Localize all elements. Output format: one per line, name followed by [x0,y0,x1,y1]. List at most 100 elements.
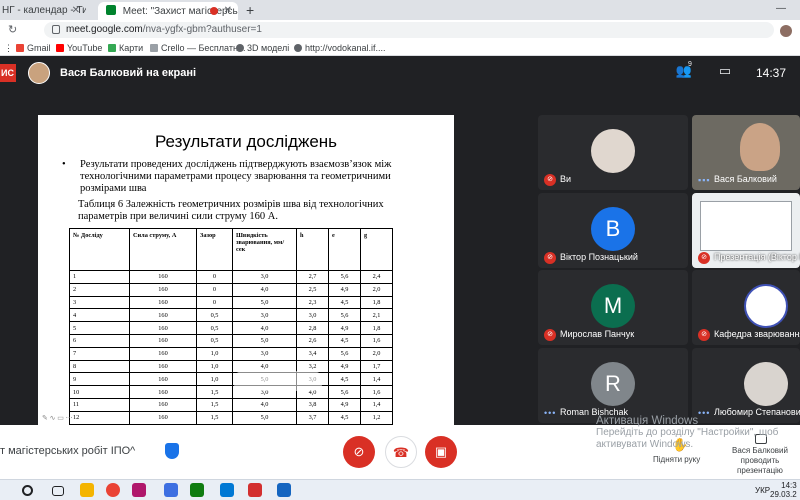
chat-button[interactable]: ▭ [714,63,736,83]
speaking-icon: ▪▪▪ [698,175,711,185]
profile-avatar[interactable] [780,25,792,37]
presentation-thumbnail [700,201,792,251]
pdf-icon[interactable] [248,483,262,497]
browser-tab-strip: НГ - календар - Тижден ✕ Meet: "Захист м… [0,0,800,20]
table-cell: 160 [129,346,197,361]
leave-call-button[interactable]: ☎ [385,436,417,468]
table-cell: 4,9 [328,397,361,412]
app-icon[interactable] [190,483,204,497]
table-cell: 5,0 [232,333,297,348]
participant-tile[interactable]: ••• Любомир Степанович [692,348,800,423]
table-cell: 160 [129,295,197,310]
table-cell: 11 [69,397,130,412]
table-row: 4 160 0,5 3,0 3,0 5,6 2,1 [69,308,393,323]
reload-icon[interactable]: ↻ [8,23,17,36]
participant-tile[interactable]: ⊘ Ви [538,115,688,190]
tab-meet[interactable]: Meet: "Захист магістерські ✕ [98,2,238,20]
table-cell: 0 [196,282,233,297]
participant-tile[interactable]: R ••• Roman Bishchak [538,348,688,423]
globe-icon [236,44,244,52]
app-icon[interactable] [164,483,178,497]
table-header-cell: e [328,228,361,271]
avatar: R [591,362,635,406]
people-button[interactable]: 👥 9 [673,61,695,83]
speaking-icon: ••• [544,408,557,418]
table-cell: 1,2 [360,410,393,425]
avatar [740,123,780,171]
minimize-icon[interactable]: — [776,3,786,14]
search-icon[interactable] [22,485,33,496]
table-cell: 160 [129,397,197,412]
participant-name: Мирослав Панчук [560,329,635,339]
table-cell: 4,0 [232,397,297,412]
bookmark-vodokanal[interactable]: http://vodokanal.if.... [294,43,386,53]
table-cell: 160 [129,321,197,335]
table-cell: 2,5 [296,282,329,297]
camera-button[interactable]: ▣ [425,436,457,468]
table-header-cell: Зазор [196,228,233,271]
chevron-up-icon[interactable]: ^ [130,445,135,457]
app-icon[interactable] [132,483,146,497]
bookmark-3d[interactable]: 3D моделі [236,43,289,53]
table-row: 8 160 1,0 4,0 3,2 4,9 1,7 [69,359,393,374]
presenter-title: Вася Балковий на екрані [60,67,197,79]
table-cell: 9 [69,372,130,387]
table-cell: 3,0 [232,308,297,323]
meeting-title: т магістерських робіт ІПО [0,445,131,457]
bookmark-label: http://vodokanal.if.... [305,43,386,53]
table-cell: 4,0 [232,321,297,335]
results-table: № Досліду Сила струму, А Зазор Швидкість… [69,228,393,425]
table-cell: 5 [69,321,130,335]
table-cell: 2,7 [296,270,329,284]
slide-toolbar[interactable]: ✎ ∿ ▭ ⋯ [42,414,73,422]
participant-tile[interactable]: ⊘ Презентація (Віктор Познацький) [692,193,800,268]
participant-tile[interactable]: В ⊘ Віктор Познацький [538,193,688,268]
bookmark-label: YouTube [67,43,103,53]
maps-icon [108,44,116,52]
table-cell: 4,9 [328,359,361,374]
windows-activation-watermark: Активація Windows Перейдіть до розділу "… [596,415,796,451]
presentation-controls[interactable] [233,371,323,391]
table-row: 10 160 1,5 3,0 4,0 5,6 1,6 [69,385,393,399]
new-tab-button[interactable]: + [246,2,254,18]
bookmark-maps[interactable]: Карти [108,43,143,53]
url-input[interactable]: meet.google.com/nva-ygfx-gbm?authuser=1 [44,22,774,38]
table-cell: 160 [129,359,197,374]
shield-icon[interactable] [165,443,179,459]
table-cell: 160 [129,385,197,399]
explorer-icon[interactable] [80,483,94,497]
table-cell: 3 [69,295,130,310]
table-cell: 5,6 [328,308,361,323]
table-row: 2 160 0 4,0 2,5 4,9 2,0 [69,282,393,297]
meeting-clock: 14:37 [756,66,787,80]
participant-tile[interactable]: ▪▪▪ Вася Балковий [692,115,800,190]
task-view-icon[interactable] [52,486,64,496]
phone-hangup-icon: ☎ [392,445,410,460]
participant-name: Презентація (Віктор Познацький) [714,252,800,262]
table-cell: 160 [129,410,197,425]
mic-button[interactable]: ⊘ [343,436,375,468]
bookmark-gmail[interactable]: Gmail [16,43,51,53]
avatar: В [591,207,635,251]
taskbar-clock[interactable]: 14:3 29.03.2 [770,481,797,499]
bookmark-crello[interactable]: Crello — Бесплатн... [150,43,245,53]
lock-icon[interactable] [52,25,60,34]
table-cell: 1,4 [360,372,393,387]
avatar [744,284,788,328]
tab-calendar[interactable]: НГ - календар - Тижден ✕ [0,2,86,20]
camera-off-icon: ▣ [434,444,448,459]
participant-tile[interactable]: ⊘ Кафедра зварювання [692,270,800,345]
mic-off-icon: ⊘ [698,252,710,264]
table-cell: 4,9 [328,282,361,297]
table-cell: 2,8 [296,321,329,335]
close-icon[interactable]: ✕ [72,5,80,16]
close-icon[interactable]: ✕ [224,5,232,16]
word-icon[interactable] [277,483,291,497]
bookmark-youtube[interactable]: YouTube [56,43,102,53]
chrome-icon[interactable] [106,483,120,497]
mail-icon[interactable] [220,483,234,497]
table-cell: 2,1 [360,308,393,323]
participant-tile[interactable]: M ⊘ Мирослав Панчук [538,270,688,345]
language-indicator[interactable]: УКР [755,486,770,495]
table-row: 91601,05,03,04,51,4 [69,372,393,387]
